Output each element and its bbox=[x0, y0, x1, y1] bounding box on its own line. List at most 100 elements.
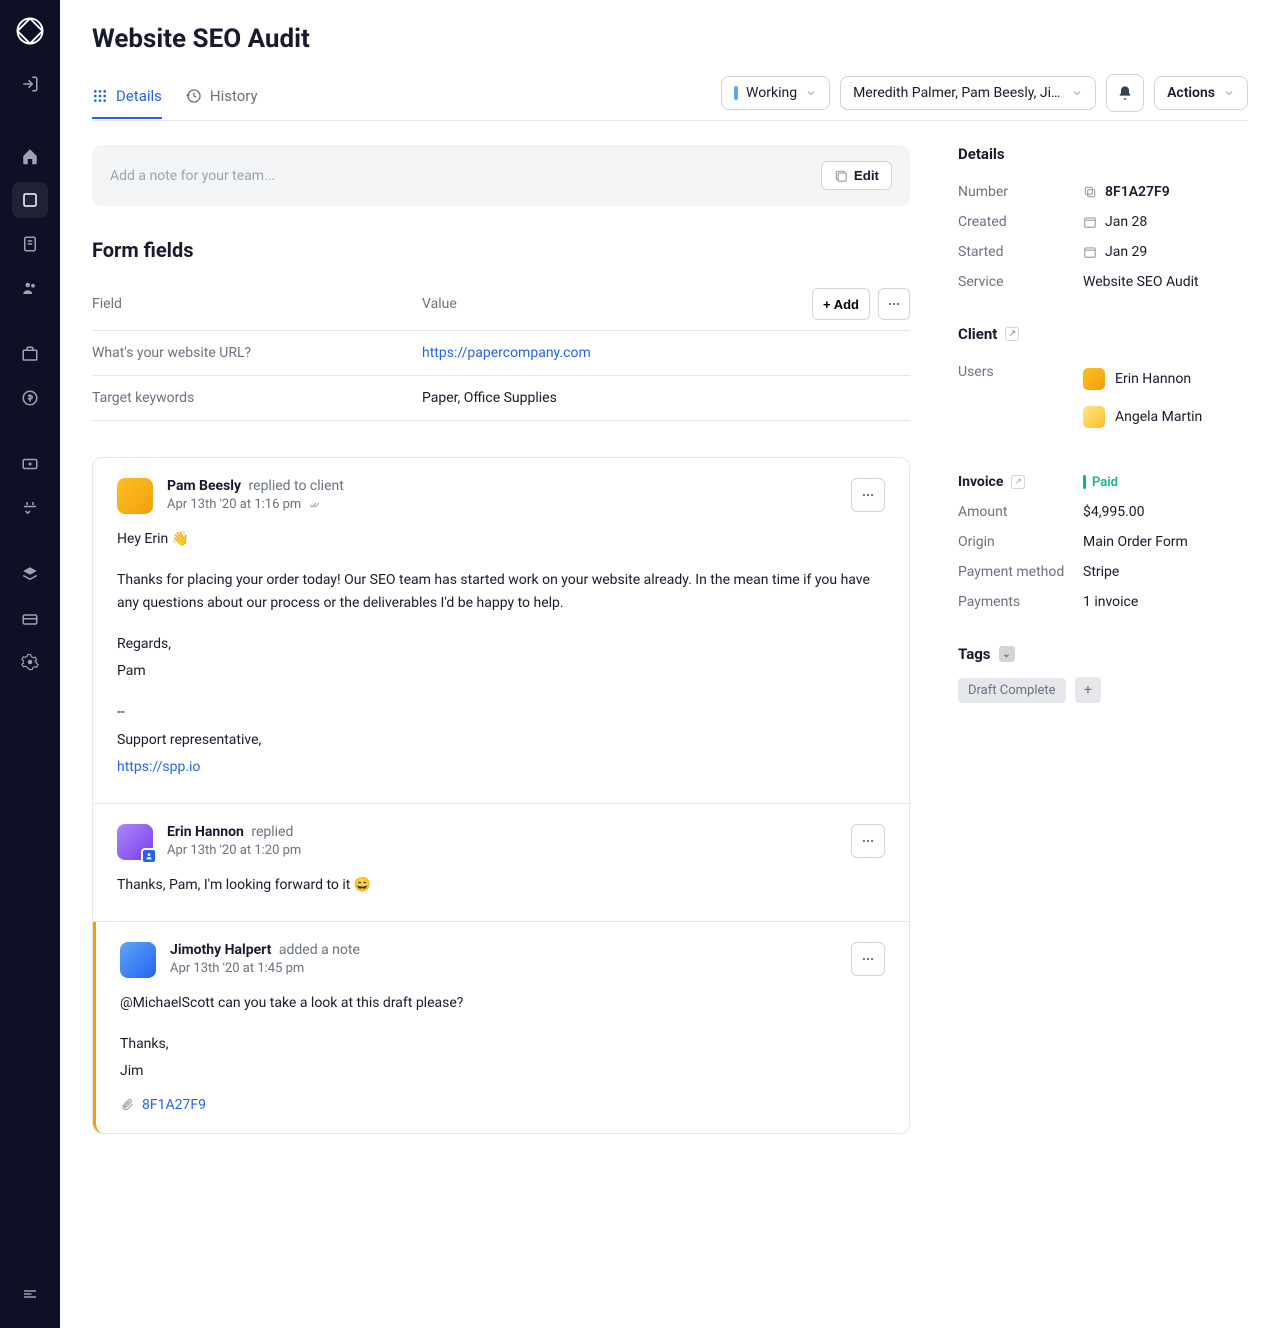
dots-icon bbox=[887, 297, 901, 311]
form-row: Target keywords Paper, Office Supplies bbox=[92, 376, 910, 421]
detail-label: Payment method bbox=[958, 564, 1083, 580]
detail-created: Jan 28 bbox=[1105, 214, 1147, 230]
tab-history-label: History bbox=[210, 87, 258, 105]
sidebar-integrations-icon[interactable] bbox=[12, 490, 48, 526]
history-icon bbox=[186, 88, 202, 104]
dots-icon bbox=[861, 952, 875, 966]
sidebar-home-icon[interactable] bbox=[12, 138, 48, 174]
status-indicator bbox=[734, 86, 738, 100]
message-time: Apr 13th '20 at 1:16 pm bbox=[167, 497, 301, 512]
sidebar-clients-icon[interactable] bbox=[12, 270, 48, 306]
message-line: Pam bbox=[117, 660, 885, 683]
message: Pam Beesly replied to client Apr 13th '2… bbox=[93, 458, 909, 804]
message-action: added a note bbox=[279, 942, 360, 958]
detail-started: Jan 29 bbox=[1105, 244, 1147, 260]
message-note: Jimothy Halpert added a note Apr 13th '2… bbox=[93, 922, 909, 1133]
detail-number: 8F1A27F9 bbox=[1105, 184, 1170, 200]
form-col-value: Value bbox=[422, 296, 812, 312]
message-line: Thanks for placing your order today! Our… bbox=[117, 569, 885, 615]
invoice-origin: Main Order Form bbox=[1083, 534, 1188, 550]
sidebar-login-icon[interactable] bbox=[12, 66, 48, 102]
add-field-button[interactable]: + Add bbox=[812, 288, 870, 320]
add-tag-button[interactable]: + bbox=[1075, 677, 1101, 703]
sidebar-tickets-icon[interactable] bbox=[12, 446, 48, 482]
message-line: Jim bbox=[120, 1060, 885, 1083]
form-field-value-link[interactable]: https://papercompany.com bbox=[422, 345, 591, 361]
sidebar-briefcase-icon[interactable] bbox=[12, 600, 48, 636]
form-more-button[interactable] bbox=[878, 288, 910, 320]
invoice-heading: Invoice bbox=[958, 474, 1003, 490]
avatar bbox=[1083, 406, 1105, 428]
sidebar-billing-icon[interactable] bbox=[12, 380, 48, 416]
bell-icon bbox=[1117, 85, 1133, 101]
sidebar-settings-icon[interactable] bbox=[12, 644, 48, 680]
message-author: Erin Hannon bbox=[167, 824, 244, 840]
detail-label: Users bbox=[958, 364, 1083, 432]
edit-icon bbox=[834, 169, 848, 183]
assignees-dropdown[interactable]: Meredith Palmer, Pam Beesly, Jimothy... bbox=[840, 76, 1096, 110]
message-action: replied to client bbox=[249, 478, 344, 494]
edit-note-button[interactable]: Edit bbox=[821, 161, 892, 190]
dots-icon bbox=[861, 834, 875, 848]
sidebar-services-icon[interactable] bbox=[12, 336, 48, 372]
form-row: What's your website URL? https://paperco… bbox=[92, 331, 910, 376]
sidebar bbox=[0, 0, 60, 1328]
avatar bbox=[1083, 368, 1105, 390]
form-field-label: What's your website URL? bbox=[92, 345, 422, 361]
invoice-amount: $4,995.00 bbox=[1083, 504, 1145, 520]
dots-icon bbox=[861, 488, 875, 502]
form-col-field: Field bbox=[92, 296, 422, 312]
notifications-button[interactable] bbox=[1106, 74, 1144, 112]
detail-label: Started bbox=[958, 244, 1083, 260]
message-more-button[interactable] bbox=[851, 824, 885, 858]
note-placeholder: Add a note for your team... bbox=[110, 168, 275, 184]
tag-chip[interactable]: Draft Complete bbox=[958, 678, 1066, 703]
details-heading: Details bbox=[958, 145, 1248, 163]
tags-heading: Tags bbox=[958, 645, 991, 663]
external-link-icon[interactable]: ↗ bbox=[1005, 327, 1019, 341]
logo bbox=[15, 16, 45, 46]
detail-label: Service bbox=[958, 274, 1083, 290]
team-note-input[interactable]: Add a note for your team... Edit bbox=[92, 145, 910, 206]
message-line: -- bbox=[117, 701, 885, 724]
message-link[interactable]: https://spp.io bbox=[117, 759, 200, 775]
message-more-button[interactable] bbox=[851, 478, 885, 512]
attachment-link[interactable]: 8F1A27F9 bbox=[142, 1097, 206, 1113]
tab-details[interactable]: Details bbox=[92, 75, 162, 119]
assignees-label: Meredith Palmer, Pam Beesly, Jimothy... bbox=[853, 85, 1063, 101]
sidebar-docs-icon[interactable] bbox=[12, 226, 48, 262]
message-line: Support representative, bbox=[117, 729, 885, 752]
client-user[interactable]: Angela Martin bbox=[1083, 402, 1202, 432]
invoice-payments: 1 invoice bbox=[1083, 594, 1138, 610]
page-title: Website SEO Audit bbox=[92, 24, 1248, 54]
message-more-button[interactable] bbox=[851, 942, 885, 976]
detail-label: Created bbox=[958, 214, 1083, 230]
status-dropdown[interactable]: Working bbox=[721, 76, 830, 110]
status-label: Working bbox=[746, 85, 797, 101]
external-link-icon[interactable]: ↗ bbox=[1011, 475, 1025, 489]
tab-history[interactable]: History bbox=[186, 75, 258, 119]
tags-expand-icon[interactable]: ⌄ bbox=[999, 646, 1015, 662]
paperclip-icon bbox=[120, 1098, 134, 1112]
actions-dropdown[interactable]: Actions bbox=[1154, 76, 1248, 110]
message-action: replied bbox=[251, 824, 293, 840]
sidebar-layers-icon[interactable] bbox=[12, 556, 48, 592]
tab-details-label: Details bbox=[116, 87, 162, 105]
form-field-label: Target keywords bbox=[92, 390, 422, 406]
message-time: Apr 13th '20 at 1:20 pm bbox=[167, 843, 301, 858]
chevron-down-icon bbox=[1071, 87, 1083, 99]
detail-service: Website SEO Audit bbox=[1083, 274, 1199, 290]
sidebar-orders-icon[interactable] bbox=[12, 182, 48, 218]
chevron-down-icon bbox=[1223, 87, 1235, 99]
grid-icon bbox=[92, 88, 108, 104]
client-badge-icon bbox=[141, 848, 157, 864]
actions-label: Actions bbox=[1167, 85, 1215, 101]
detail-label: Origin bbox=[958, 534, 1083, 550]
avatar bbox=[120, 942, 156, 978]
paid-badge: Paid bbox=[1083, 475, 1118, 490]
sidebar-collapse-icon[interactable] bbox=[12, 1276, 48, 1312]
avatar bbox=[117, 478, 153, 514]
copy-icon[interactable] bbox=[1083, 185, 1097, 199]
client-user[interactable]: Erin Hannon bbox=[1083, 364, 1191, 394]
client-heading: Client bbox=[958, 325, 997, 343]
